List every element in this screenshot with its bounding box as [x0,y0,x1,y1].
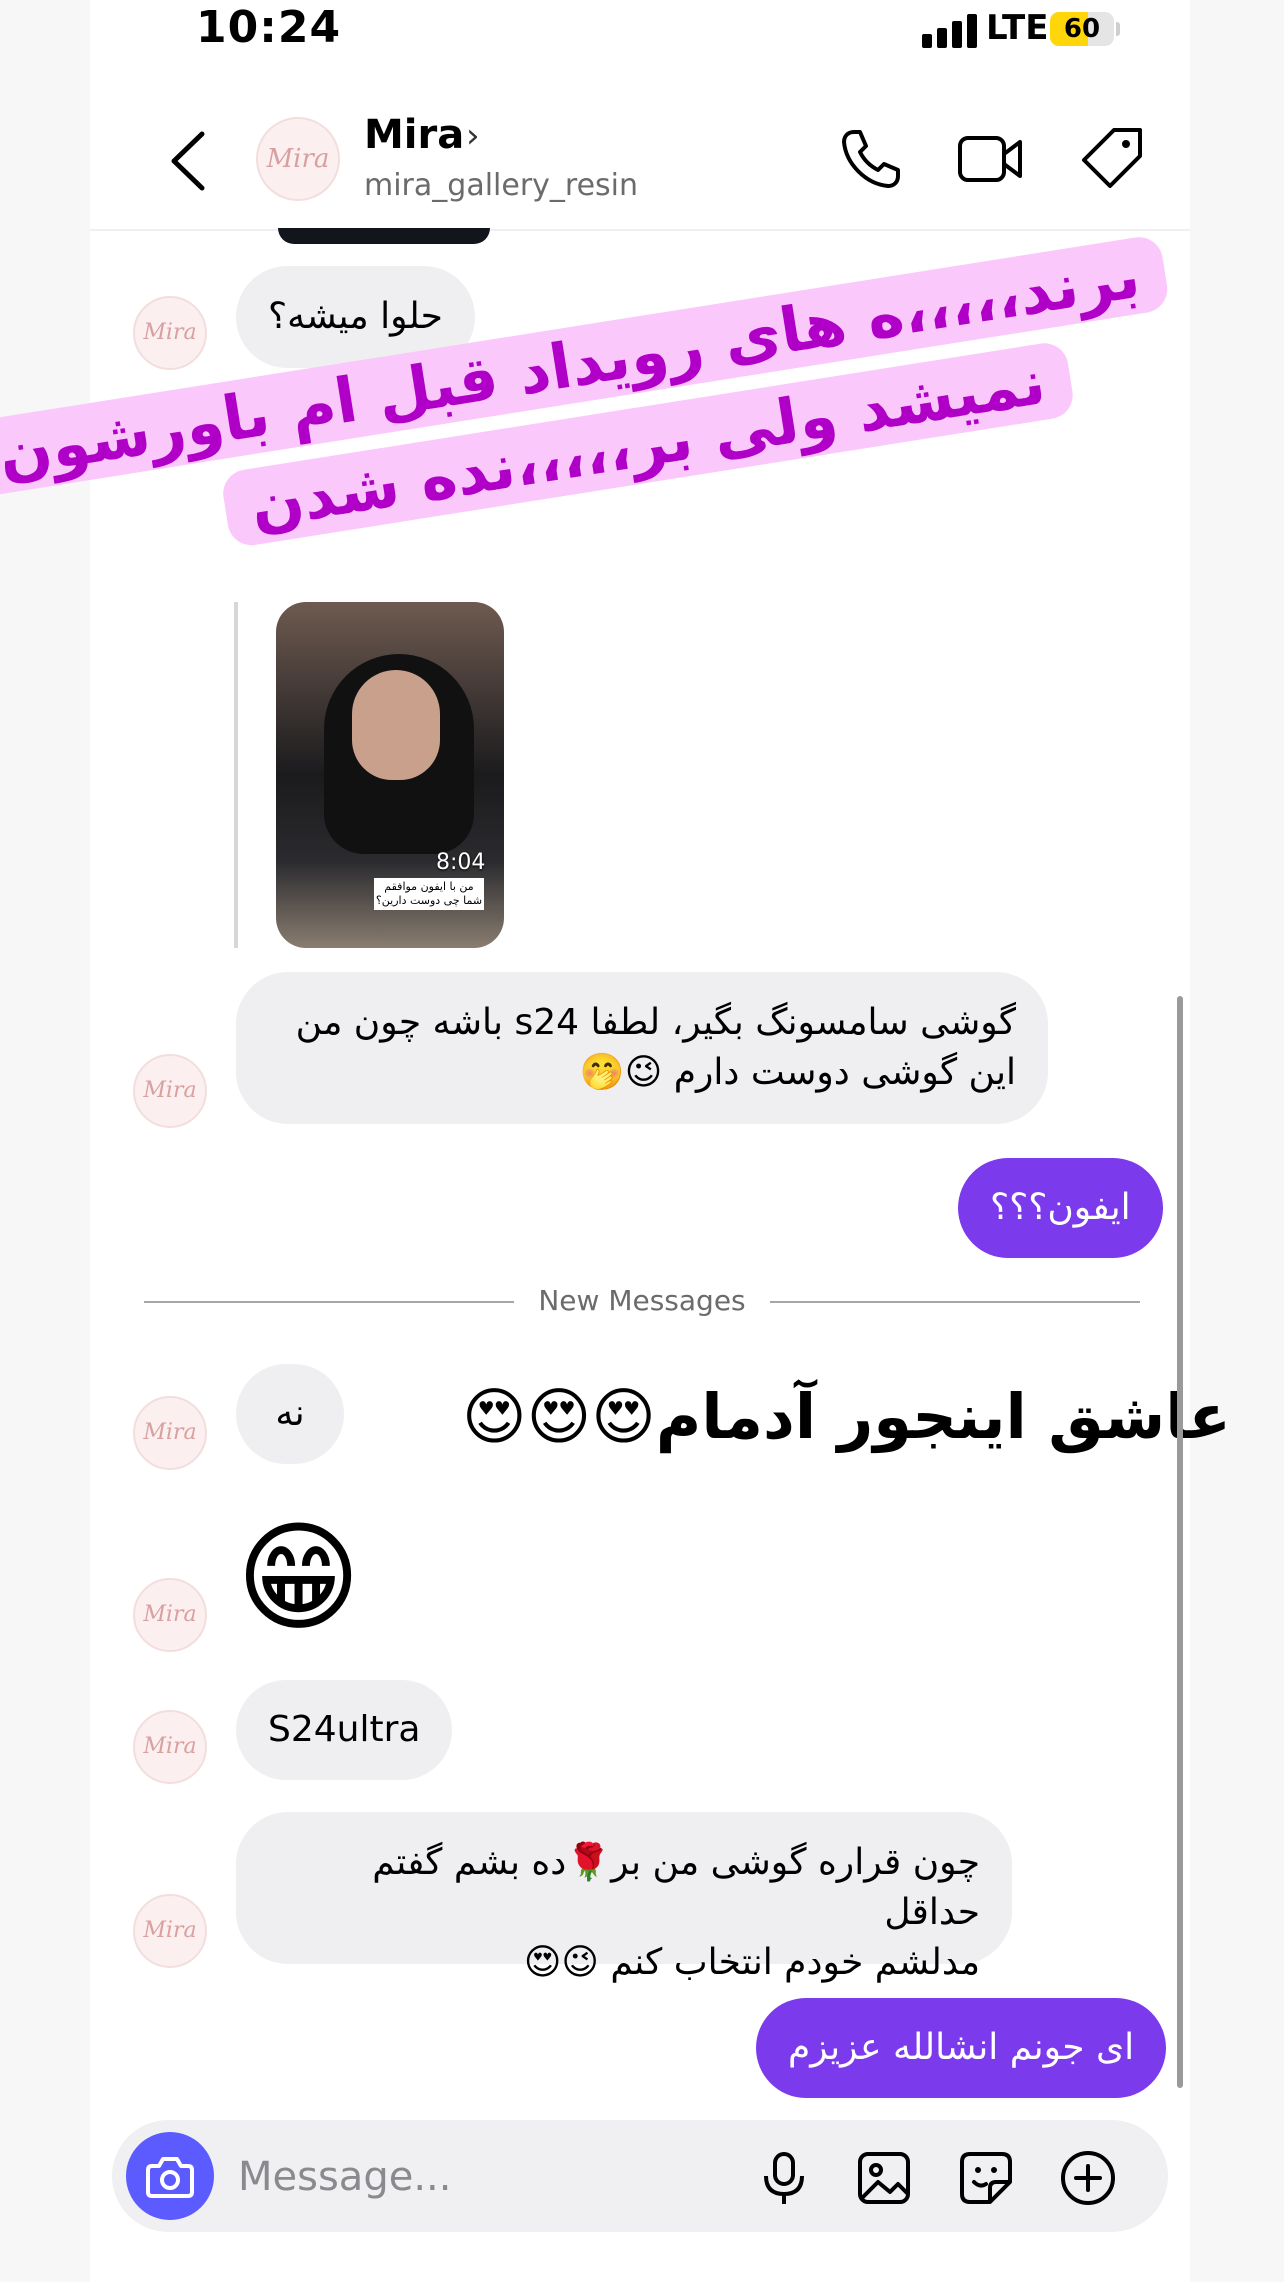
message-line: گوشی سامسونگ بگیر، لطفا s24 باشه چون من [295,1002,1016,1043]
battery-percent: 60 [1063,14,1101,44]
message-composer [112,2120,1168,2232]
divider-line [144,1301,514,1303]
tag-icon[interactable] [1078,124,1148,194]
chevron-right-icon[interactable]: › [466,116,480,156]
message-bubble[interactable]: چون قراره گوشی من بر🌹ده بشم گفتم حداقل م… [236,1812,1012,1983]
contact-username[interactable]: mira_gallery_resin [364,168,638,203]
avatar[interactable]: Mira [256,117,340,201]
avatar[interactable]: Mira [133,1578,207,1652]
outgoing-message[interactable]: ای جونم انشالله عزیزم [756,1998,1167,2098]
message-bubble[interactable]: نه [236,1364,344,1464]
image-icon[interactable] [854,2148,914,2208]
message-line: مدلشم خودم انتخاب کنم 😉😍 [523,1942,980,1983]
message-bubble[interactable]: S24ultra [236,1680,453,1780]
avatar[interactable]: Mira [133,1894,207,1968]
left-margin [0,0,90,2282]
avatar[interactable]: Mira [133,296,207,370]
new-messages-divider: New Messages [538,1284,746,1317]
microphone-icon[interactable] [754,2148,814,2208]
divider-line [770,1301,1140,1303]
contact-name[interactable]: Mira [364,112,464,158]
scrollbar[interactable] [1177,996,1183,2088]
video-icon[interactable] [956,124,1026,194]
chevron-left-icon[interactable] [160,126,220,196]
emoji-message[interactable]: 😁 [236,1514,361,1644]
avatar[interactable]: Mira [133,1396,207,1470]
network-label: LTE [986,8,1049,48]
photo-caption: من با ایفون موافقم شما چی دوست دارین؟ [374,878,484,910]
message-bubble[interactable]: گوشی سامسونگ بگیر، لطفا s24 باشه چون من … [236,972,1048,1124]
battery-tip [1116,22,1120,36]
avatar[interactable]: Mira [133,1054,207,1128]
outgoing-message[interactable]: ایفون؟؟؟ [958,1158,1163,1258]
message-input[interactable] [236,2146,740,2208]
photo-timestamp: 8:04 [436,850,486,875]
message-line: این گوشی دوست دارم 😉🤭 [579,1052,1016,1093]
message-line: چون قراره گوشی من بر🌹ده بشم گفتم حداقل [372,1842,980,1933]
header-divider [90,229,1190,231]
caption-overlay: عاشق اینجور آدمام😍😍😍 [462,1380,1231,1453]
battery-icon: 60 [1050,12,1114,46]
sticker-icon[interactable] [956,2148,1016,2208]
avatar[interactable]: Mira [133,1710,207,1784]
plus-circle-icon[interactable] [1058,2148,1118,2208]
status-time: 10:24 [196,2,342,53]
phone-icon[interactable] [836,124,906,194]
signal-icon [922,14,978,48]
previous-image[interactable] [278,228,490,244]
camera-icon [146,2157,194,2198]
camera-button[interactable] [126,2132,214,2220]
